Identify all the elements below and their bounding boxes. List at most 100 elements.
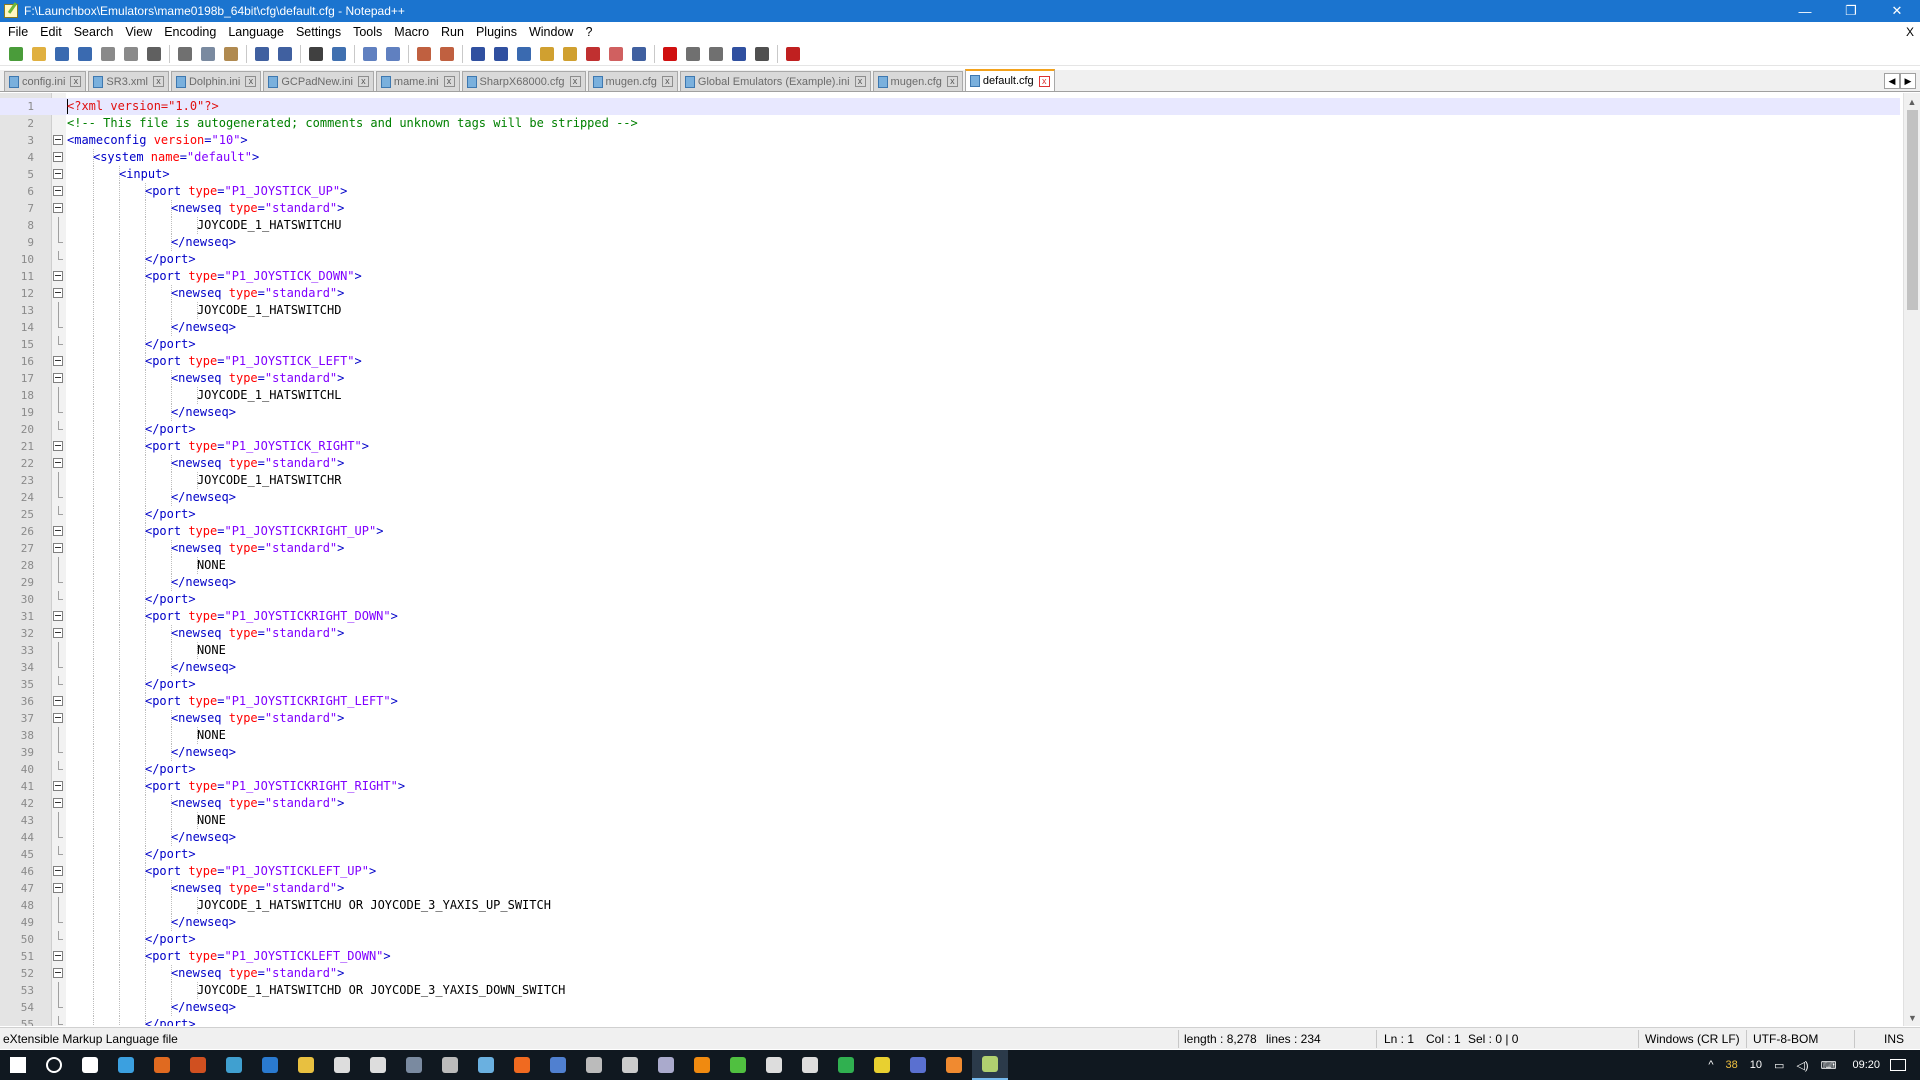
app-text-taskbar-button[interactable] bbox=[576, 1050, 612, 1080]
fold-toggle-icon[interactable] bbox=[53, 288, 63, 298]
close-document-button[interactable]: X bbox=[1906, 22, 1914, 42]
close-window-button[interactable]: ✕ bbox=[1874, 0, 1920, 22]
save-all-button[interactable] bbox=[75, 44, 95, 64]
code-line[interactable]: 29 </newseq> bbox=[0, 574, 1900, 591]
function-list-button[interactable] bbox=[583, 44, 603, 64]
code-line[interactable]: 6 <port type="P1_JOYSTICK_UP"> bbox=[0, 183, 1900, 200]
tab-scroll-left-button[interactable]: ◀ bbox=[1884, 73, 1900, 89]
code-line[interactable]: 45 </port> bbox=[0, 846, 1900, 863]
scroll-down-arrow[interactable]: ▼ bbox=[1904, 1009, 1920, 1026]
code-line[interactable]: 8 JOYCODE_1_HATSWITCHU bbox=[0, 217, 1900, 234]
scroll-up-arrow[interactable]: ▲ bbox=[1904, 93, 1920, 110]
tab-close-icon[interactable]: x bbox=[357, 76, 369, 87]
app-blue-diamond-taskbar-button[interactable] bbox=[108, 1050, 144, 1080]
code-line[interactable]: 41 <port type="P1_JOYSTICKRIGHT_RIGHT"> bbox=[0, 778, 1900, 795]
app-globe-taskbar-button[interactable] bbox=[900, 1050, 936, 1080]
open-file-button[interactable] bbox=[29, 44, 49, 64]
menu-window[interactable]: Window bbox=[525, 22, 581, 42]
editor-area[interactable]: 1 <?xml version="1.0"?> 2 <!-- This file is… bbox=[0, 93, 1920, 1026]
code-line[interactable]: 12 <newseq type="standard"> bbox=[0, 285, 1900, 302]
firefox-taskbar-button[interactable] bbox=[144, 1050, 180, 1080]
new-file-button[interactable] bbox=[6, 44, 26, 64]
close-file-button[interactable] bbox=[98, 44, 118, 64]
firefox-alt-taskbar-button[interactable] bbox=[180, 1050, 216, 1080]
code-line[interactable]: 43 NONE bbox=[0, 812, 1900, 829]
code-line[interactable]: 28 NONE bbox=[0, 557, 1900, 574]
status-eol[interactable]: Windows (CR LF) bbox=[1645, 1028, 1740, 1050]
code-line[interactable]: 21 <port type="P1_JOYSTICK_RIGHT"> bbox=[0, 438, 1900, 455]
redo-button[interactable] bbox=[275, 44, 295, 64]
code-line[interactable]: 46 <port type="P1_JOYSTICKLEFT_UP"> bbox=[0, 863, 1900, 880]
edge-browser-taskbar-button[interactable] bbox=[252, 1050, 288, 1080]
code-line[interactable]: 40 </port> bbox=[0, 761, 1900, 778]
save-macro-button[interactable] bbox=[752, 44, 772, 64]
record-macro-button[interactable] bbox=[660, 44, 680, 64]
print-button[interactable] bbox=[144, 44, 164, 64]
code-line[interactable]: 26 <port type="P1_JOYSTICKRIGHT_UP"> bbox=[0, 523, 1900, 540]
origin-taskbar-button[interactable] bbox=[504, 1050, 540, 1080]
status-insert-mode[interactable]: INS bbox=[1884, 1028, 1904, 1050]
tab-close-icon[interactable]: x bbox=[569, 76, 581, 87]
code-line[interactable]: 15 </port> bbox=[0, 336, 1900, 353]
tab-gcpadnew-ini[interactable]: GCPadNew.ini x bbox=[263, 71, 374, 91]
fold-toggle-icon[interactable] bbox=[53, 356, 63, 366]
start-windows-taskbar-button[interactable] bbox=[0, 1050, 36, 1080]
code-line[interactable]: 18 JOYCODE_1_HATSWITCHL bbox=[0, 387, 1900, 404]
tab-sr3-xml[interactable]: SR3.xml x bbox=[88, 71, 169, 91]
code-line[interactable]: 17 <newseq type="standard"> bbox=[0, 370, 1900, 387]
sync-vertical-button[interactable] bbox=[414, 44, 434, 64]
minimize-button[interactable]: — bbox=[1782, 0, 1828, 22]
restore-button[interactable]: ❐ bbox=[1828, 0, 1874, 22]
vlc-taskbar-button[interactable] bbox=[684, 1050, 720, 1080]
fold-toggle-icon[interactable] bbox=[53, 458, 63, 468]
tab-mugen-cfg[interactable]: mugen.cfg x bbox=[587, 71, 678, 91]
sync-horizontal-button[interactable] bbox=[437, 44, 457, 64]
tab-close-icon[interactable]: x bbox=[245, 76, 257, 87]
fold-toggle-icon[interactable] bbox=[53, 696, 63, 706]
monitoring-button[interactable] bbox=[629, 44, 649, 64]
fold-toggle-icon[interactable] bbox=[53, 543, 63, 553]
fold-toggle-icon[interactable] bbox=[53, 169, 63, 179]
menu-search[interactable]: Search bbox=[70, 22, 122, 42]
language-icon[interactable]: ⌨ bbox=[1821, 1059, 1837, 1072]
menu-edit[interactable]: Edit bbox=[36, 22, 70, 42]
code-line[interactable]: 2 <!-- This file is autogenerated; commen… bbox=[0, 115, 1900, 132]
tray-chevron-icon[interactable]: ^ bbox=[1708, 1059, 1713, 1071]
steam-taskbar-button[interactable] bbox=[468, 1050, 504, 1080]
code-line[interactable]: 19 </newseq> bbox=[0, 404, 1900, 421]
code-line[interactable]: 25 </port> bbox=[0, 506, 1900, 523]
fold-toggle-icon[interactable] bbox=[53, 526, 63, 536]
spellcheck-button[interactable] bbox=[783, 44, 803, 64]
fold-toggle-icon[interactable] bbox=[53, 203, 63, 213]
tab-sharpx68000-cfg[interactable]: SharpX68000.cfg x bbox=[461, 71, 586, 91]
code-line[interactable]: 48 JOYCODE_1_HATSWITCHU OR JOYCODE_3_YAXI… bbox=[0, 897, 1900, 914]
app-green-taskbar-button[interactable] bbox=[720, 1050, 756, 1080]
menu-plugins[interactable]: Plugins bbox=[472, 22, 525, 42]
code-line[interactable]: 27 <newseq type="standard"> bbox=[0, 540, 1900, 557]
code-line[interactable]: 32 <newseq type="standard"> bbox=[0, 625, 1900, 642]
code-line[interactable]: 38 NONE bbox=[0, 727, 1900, 744]
code-line[interactable]: 22 <newseq type="standard"> bbox=[0, 455, 1900, 472]
code-line[interactable]: 31 <port type="P1_JOYSTICKRIGHT_DOWN"> bbox=[0, 608, 1900, 625]
app-notes-taskbar-button[interactable] bbox=[648, 1050, 684, 1080]
fold-toggle-icon[interactable] bbox=[53, 781, 63, 791]
obs-taskbar-button[interactable] bbox=[612, 1050, 648, 1080]
app-feather-taskbar-button[interactable] bbox=[540, 1050, 576, 1080]
code-line[interactable]: 16 <port type="P1_JOYSTICK_LEFT"> bbox=[0, 353, 1900, 370]
indent-guide-button[interactable] bbox=[514, 44, 534, 64]
tab-global-emulators-example-ini[interactable]: Global Emulators (Example).ini x bbox=[679, 71, 871, 91]
code-line[interactable]: 54 </newseq> bbox=[0, 999, 1900, 1016]
menu-macro[interactable]: Macro bbox=[390, 22, 437, 42]
tab-config-ini[interactable]: config.ini x bbox=[4, 71, 87, 91]
code-line[interactable]: 1 <?xml version="1.0"?> bbox=[0, 98, 1900, 115]
code-line[interactable]: 4 <system name="default"> bbox=[0, 149, 1900, 166]
mail-taskbar-button[interactable] bbox=[360, 1050, 396, 1080]
clock[interactable]: 09:20 bbox=[1852, 1059, 1880, 1071]
fold-toggle-icon[interactable] bbox=[53, 628, 63, 638]
menu-file[interactable]: File bbox=[4, 22, 36, 42]
word-wrap-button[interactable] bbox=[468, 44, 488, 64]
code-line[interactable]: 20 </port> bbox=[0, 421, 1900, 438]
zoom-in-button[interactable] bbox=[360, 44, 380, 64]
task-view-taskbar-button[interactable] bbox=[72, 1050, 108, 1080]
tab-close-icon[interactable]: x bbox=[152, 76, 164, 87]
